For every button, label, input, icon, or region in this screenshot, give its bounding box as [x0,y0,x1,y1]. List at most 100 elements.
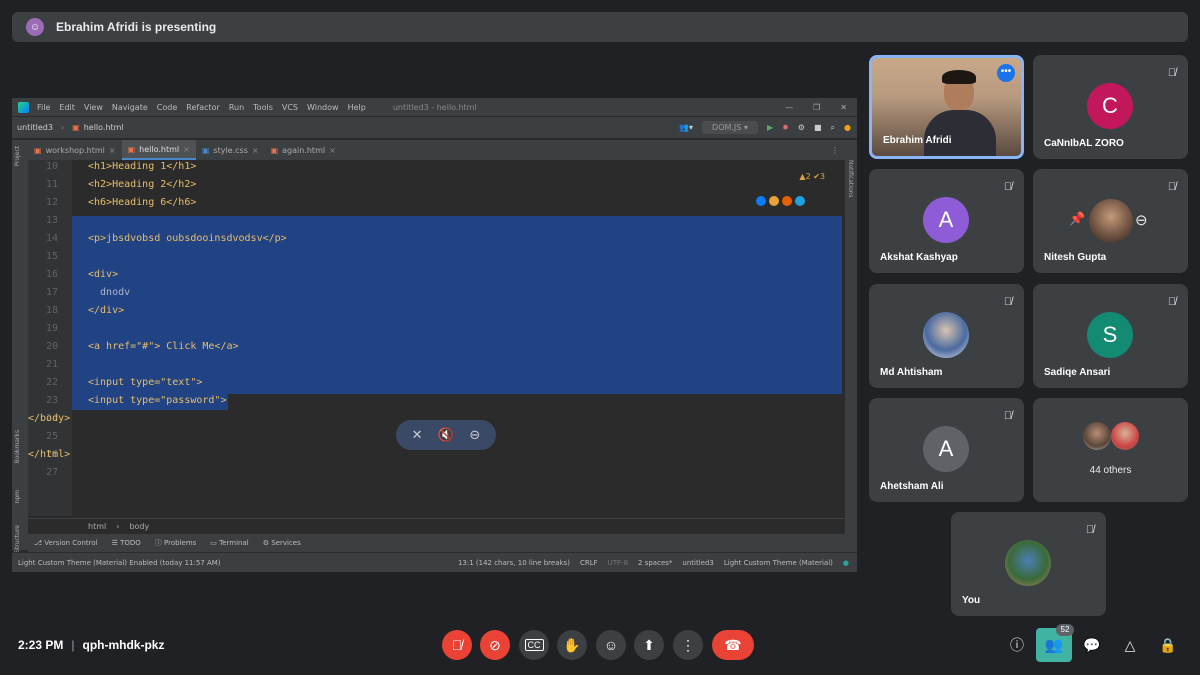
status-message[interactable]: Light Custom Theme (Material) Enabled (t… [18,559,221,567]
menu-file[interactable]: File [37,103,50,112]
participant-tile-sadiqe[interactable]: 🎙̸ S Sadiqe Ansari [1033,284,1188,388]
code-line[interactable]: 19 [28,320,845,338]
activities-button[interactable]: △ [1119,634,1141,656]
more-options-icon[interactable]: ••• [997,64,1015,82]
close-icon[interactable]: × [329,146,336,155]
menu-tools[interactable]: Tools [253,103,273,112]
participant-tile-nitesh[interactable]: 🎙̸ 📌 ⊖ Nitesh Gupta [1033,169,1188,273]
code-line[interactable]: 14 <p>jbsdvobsd oubsdooinsdvodsv</p> [28,230,845,248]
code-line[interactable]: 16 <div> [28,266,845,284]
nav-file[interactable]: hello.html [84,123,124,132]
code-line[interactable]: 12 <h6>Heading 6</h6> [28,194,845,212]
code-editor[interactable]: ▲2 ✔3 10 <h1>Heading 1</h1> 11 <h2>Heading … [28,160,845,516]
caret-position[interactable]: 13:1 (142 chars, 10 line breaks) [458,559,570,567]
menu-refactor[interactable]: Refactor [186,103,220,112]
crumb-body[interactable]: body [129,522,149,531]
leave-call-button[interactable]: ☎ [712,630,754,660]
participant-tile-ebrahim[interactable]: ••• Ebrahim Afridi [869,55,1024,159]
pin-off-icon[interactable]: ✕ [412,428,423,443]
tool-label: Services [271,539,301,547]
menu-view[interactable]: View [84,103,103,112]
close-icon[interactable]: × [109,146,116,155]
tabs-menu-icon[interactable]: ⋮ [831,146,839,155]
participant-tile-ahtisham[interactable]: 🎙̸ Md Ahtisham [869,284,1024,388]
code-line[interactable]: 13 [28,212,845,230]
code-line[interactable]: 27 [28,464,845,482]
stop-icon[interactable]: ■ [814,123,822,132]
close-icon[interactable]: × [183,145,190,154]
theme-status[interactable]: Light Custom Theme (Material) [724,559,833,567]
code-line[interactable]: 18 </div> [28,302,845,320]
menu-navigate[interactable]: Navigate [112,103,148,112]
pin-icon[interactable]: 📌 [1069,211,1085,227]
tool-project[interactable]: Project [14,146,21,167]
menu-run[interactable]: Run [229,103,244,112]
restore-icon[interactable]: ❐ [813,103,820,112]
run-icon[interactable]: ▶ [767,123,773,132]
more-options-button[interactable]: ⋮ [673,630,703,660]
menu-help[interactable]: Help [348,103,366,112]
present-button[interactable]: ⬆ [634,630,664,660]
tool-todo[interactable]: ☰ TODO [112,539,141,547]
code-text: <h2>Heading 2</h2> [88,179,197,190]
mute-off-icon[interactable]: 🔇 [438,428,454,443]
menu-edit[interactable]: Edit [59,103,75,112]
code-line[interactable]: 20 <a href="#"> Click Me</a> [28,338,845,356]
tab-hello[interactable]: ▣ hello.html × [121,140,196,160]
tool-version-control[interactable]: ⎇ Version Control [34,539,98,547]
code-line[interactable]: 21 [28,356,845,374]
menu-code[interactable]: Code [157,103,177,112]
host-controls-button[interactable]: 🔒 [1157,634,1179,656]
menu-window[interactable]: Window [307,103,339,112]
tool-terminal[interactable]: ▭ Terminal [210,539,248,547]
debug-icon[interactable]: ✹ [782,123,789,132]
remove-icon[interactable]: ⊖ [469,428,480,443]
tab-again[interactable]: ▣ again.html × [265,140,342,160]
nav-project[interactable]: untitled3 [17,123,53,132]
clock: 2:23 PM [18,638,64,652]
users-icon[interactable]: 👥▾ [679,123,693,132]
code-line[interactable]: 11 <h2>Heading 2</h2> [28,176,845,194]
code-line[interactable]: 22 <input type="text"> [28,374,845,392]
raise-hand-button[interactable]: ✋ [557,630,587,660]
participant-tile-ahetsham[interactable]: 🎙̸ A Ahetsham Ali [869,398,1024,502]
update-icon[interactable]: ● [844,123,851,132]
tool-bookmarks[interactable]: Bookmarks [14,430,21,464]
reactions-button[interactable]: ☺ [596,630,626,660]
tool-services[interactable]: ⚙ Services [263,539,301,547]
menu-vcs[interactable]: VCS [282,103,298,112]
code-line[interactable]: 17 dnodv [28,284,845,302]
tool-npm[interactable]: npm [14,490,21,503]
captions-button[interactable]: CC [519,630,549,660]
encoding[interactable]: UTF-8 [608,559,628,567]
crumb-html[interactable]: html [88,522,106,531]
tool-problems[interactable]: ⓘ Problems [155,538,197,548]
tool-structure[interactable]: Structure [14,525,21,553]
participant-tile-cannibal[interactable]: 🎙̸ C CaNnIbAL ZORO [1033,55,1188,159]
participant-tile-akshat[interactable]: 🎙̸ A Akshat Kashyap [869,169,1024,273]
code-line[interactable]: 23 <input type="password"> [28,392,845,410]
shared-screen[interactable]: File Edit View Navigate Code Refactor Ru… [12,98,857,572]
project-status[interactable]: untitled3 [682,559,713,567]
coverage-icon[interactable]: ⚙ [798,123,805,132]
participant-tile-you[interactable]: 🎙̸ You [951,512,1106,616]
chat-button[interactable]: 💬 [1081,634,1103,656]
close-icon[interactable]: × [252,146,259,155]
minimize-icon[interactable]: — [785,103,793,112]
indent[interactable]: 2 spaces* [638,559,672,567]
tab-workshop[interactable]: ▣ workshop.html × [28,140,122,160]
line-number: 10 [45,161,58,172]
mic-toggle-button[interactable]: 🎙̸ [442,630,472,660]
code-line[interactable]: 15 [28,248,845,266]
code-line[interactable]: 10 <h1>Heading 1</h1> [28,160,845,176]
run-config-select[interactable]: DOM.JS ▾ [702,121,758,134]
search-icon[interactable]: ⌕ [831,123,835,133]
line-separator[interactable]: CRLF [580,559,598,567]
meeting-details-button[interactable]: ⓘ [1006,634,1028,656]
tab-style[interactable]: ▣ style.css × [196,140,265,160]
tool-notifications[interactable]: Notifications [847,160,854,198]
close-icon[interactable]: ✕ [840,103,847,112]
remove-icon[interactable]: ⊖ [1135,211,1148,229]
camera-toggle-button[interactable]: ⊘ [480,630,510,660]
participant-tile-others[interactable]: 44 others [1033,398,1188,502]
